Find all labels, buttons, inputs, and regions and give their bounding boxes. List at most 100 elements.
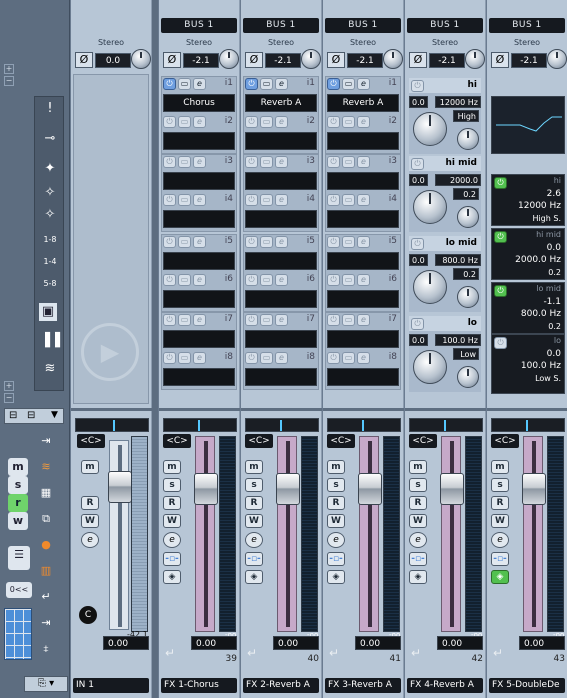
insert-slot[interactable]: Chorus (163, 94, 235, 112)
insert-slot[interactable] (327, 132, 399, 150)
volume-value[interactable]: 0.00 (437, 636, 483, 650)
eq-freq-knob[interactable] (413, 350, 447, 384)
insert-slot[interactable] (327, 290, 399, 308)
read-button[interactable]: R (163, 496, 181, 510)
phase-button[interactable]: Ø (327, 52, 345, 68)
solo-button[interactable]: s (409, 478, 427, 492)
pan-value[interactable]: <C> (491, 434, 519, 448)
pan-bar[interactable] (163, 418, 237, 432)
insert-slot[interactable] (245, 132, 317, 150)
return-icon[interactable]: ↵ (247, 646, 257, 660)
chevron-down-icon[interactable]: ▼ (51, 410, 58, 420)
pan-bar[interactable] (491, 418, 565, 432)
read-button[interactable]: R (409, 496, 427, 510)
input-gain-knob[interactable] (219, 49, 239, 69)
eq-summary-gain[interactable]: -1.1 (543, 297, 561, 307)
picture-icon[interactable]: ▣ (39, 303, 57, 321)
power-icon[interactable]: ⏻ (327, 236, 340, 248)
eq-freq[interactable]: 100.0 Hz (435, 334, 481, 346)
edit-icon[interactable]: e (275, 352, 288, 364)
pan-value[interactable]: <C> (409, 434, 437, 448)
power-icon[interactable]: ⏻ (327, 274, 340, 286)
channel-name[interactable]: FX 2-Reverb A (243, 678, 319, 693)
phase-button[interactable]: Ø (491, 52, 509, 68)
power-icon[interactable]: ⏻ (327, 156, 340, 168)
pan-value[interactable]: <C> (163, 434, 191, 448)
eq-freq-knob[interactable] (413, 190, 447, 224)
eq-gain-knob[interactable] (457, 206, 479, 228)
power-icon[interactable]: ⏻ (245, 78, 258, 90)
global-mute-button[interactable]: m (8, 458, 28, 476)
phase-button[interactable]: Ø (75, 52, 93, 68)
eq-power-icon[interactable]: ⏻ (494, 177, 507, 189)
edit-button[interactable]: e (491, 532, 509, 548)
edit-button[interactable]: e (245, 532, 263, 548)
write-button[interactable]: W (491, 514, 509, 528)
insert-slot[interactable] (245, 172, 317, 190)
return-icon[interactable]: ↵ (329, 646, 339, 660)
eq-summary-gain[interactable]: 2.6 (547, 189, 561, 199)
fader-handle[interactable] (440, 473, 464, 505)
pan-bar[interactable] (409, 418, 483, 432)
input-gain-knob[interactable] (131, 49, 151, 69)
bypass-icon[interactable]: ▭ (178, 314, 191, 326)
insert-slot[interactable] (245, 290, 317, 308)
channel-name[interactable]: FX 5-DoubleDe (489, 678, 565, 693)
solo-button[interactable]: s (327, 478, 345, 492)
edit-icon[interactable]: e (275, 314, 288, 326)
eq-gain[interactable]: 0.0 (409, 334, 428, 346)
monitor-button[interactable]: -▫- (245, 552, 263, 566)
solo-button[interactable]: s (163, 478, 181, 492)
edit-icon[interactable]: e (193, 314, 206, 326)
input-gain-field[interactable]: 0.0 (95, 53, 131, 68)
bypass-icon[interactable]: ▭ (178, 274, 191, 286)
eq-power-icon[interactable]: ⏻ (494, 337, 507, 349)
edit-button[interactable]: e (81, 532, 99, 548)
output-bus[interactable]: BUS 1 (489, 18, 565, 33)
eq-summary-gain[interactable]: 0.0 (547, 349, 561, 359)
eq-curve-display[interactable] (491, 96, 565, 154)
eq-summary-gain[interactable]: 0.0 (547, 243, 561, 253)
output-bus[interactable]: BUS 1 (325, 18, 401, 33)
fader-track[interactable] (108, 440, 132, 630)
collapse-icon[interactable]: − (4, 76, 14, 86)
eq-q[interactable]: 0.2 (453, 188, 479, 200)
fader-handle[interactable] (522, 473, 546, 505)
eq-summary-q[interactable]: 0.2 (548, 268, 561, 277)
fader-track[interactable] (440, 436, 464, 632)
routing-5-8-icon[interactable]: 5-8 (39, 279, 61, 301)
eq-summary-q[interactable]: Low S. (535, 374, 561, 383)
mute-button[interactable]: m (409, 460, 427, 474)
insert-slot[interactable] (163, 132, 235, 150)
monitor-button[interactable]: -▫- (409, 552, 427, 566)
eq-gain-knob[interactable] (457, 366, 479, 388)
eq-power-icon[interactable]: ⏻ (494, 285, 507, 297)
edit-icon[interactable]: e (357, 116, 370, 128)
channel-name[interactable]: FX 3-Reverb A (325, 678, 401, 693)
edit-icon[interactable]: e (193, 78, 206, 90)
volume-value[interactable]: 0.00 (519, 636, 565, 650)
collapse-icon-2[interactable]: − (4, 393, 14, 403)
output-bus[interactable]: BUS 1 (243, 18, 319, 33)
bypass-icon[interactable]: ▭ (342, 352, 355, 364)
insert-slot[interactable] (245, 330, 317, 348)
power-icon[interactable]: ⏻ (163, 314, 176, 326)
eq-power-icon[interactable]: ⏻ (411, 318, 424, 330)
channel-name[interactable]: FX 4-Reverb A (407, 678, 483, 693)
bypass-icon[interactable]: ▭ (178, 194, 191, 206)
eq-freq-knob[interactable] (413, 112, 447, 146)
insert-toggle-button[interactable]: ◈ (409, 570, 427, 584)
edit-icon[interactable]: e (275, 194, 288, 206)
mute-button[interactable]: m (491, 460, 509, 474)
eq-summary-freq[interactable]: 100.0 Hz (521, 361, 561, 371)
eq-q[interactable]: 0.2 (453, 268, 479, 280)
bypass-icon[interactable]: ▭ (178, 116, 191, 128)
edit-icon[interactable]: e (275, 116, 288, 128)
global-write-button[interactable]: w (8, 512, 28, 530)
bypass-icon[interactable]: ▭ (342, 78, 355, 90)
edit-icon[interactable]: e (357, 352, 370, 364)
solo-button[interactable]: s (491, 478, 509, 492)
global-read-button[interactable]: r (8, 494, 28, 512)
bypass-icon[interactable]: ▭ (342, 314, 355, 326)
insert-slot[interactable] (245, 210, 317, 228)
